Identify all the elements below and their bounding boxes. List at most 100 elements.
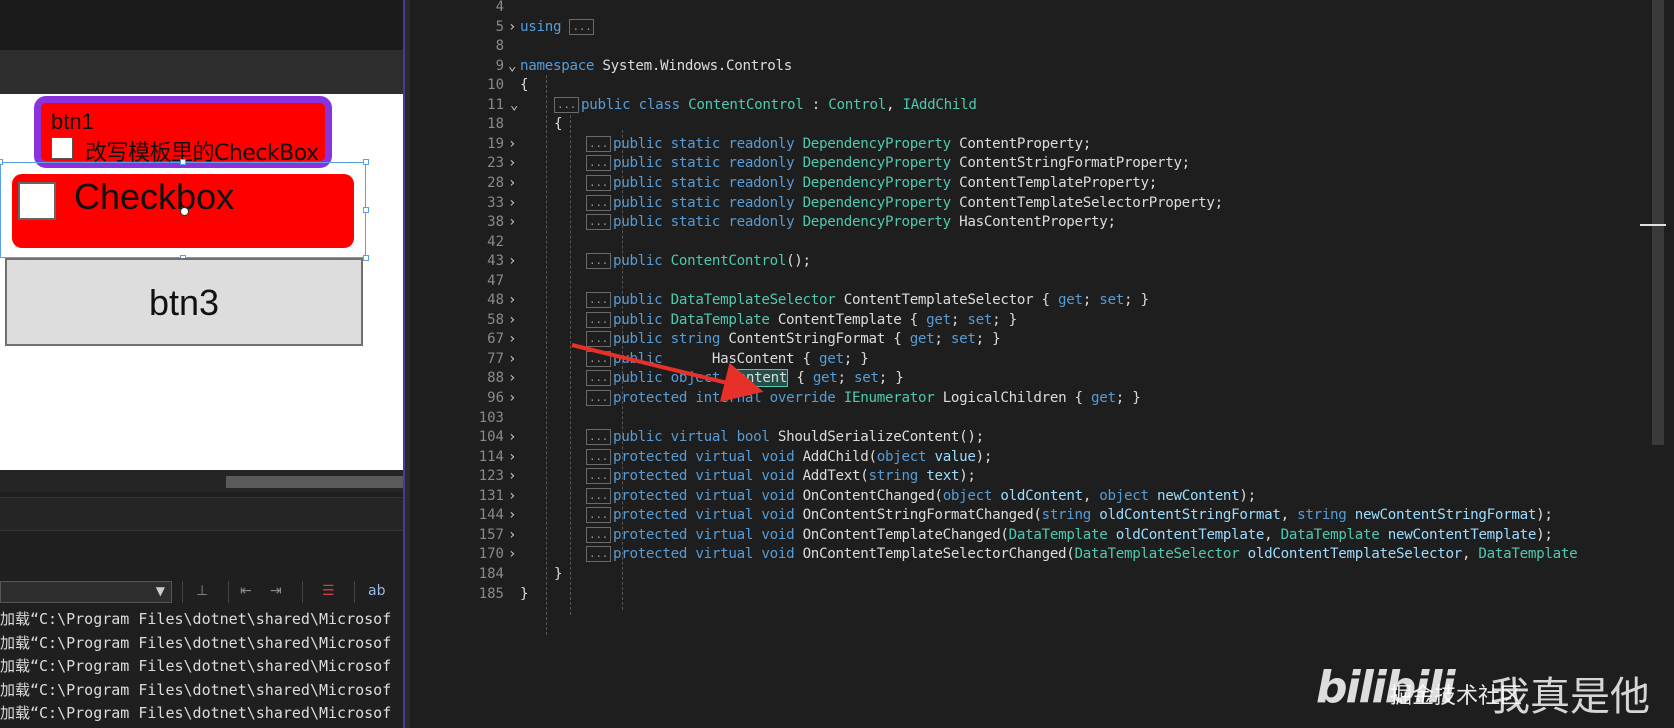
code-line[interactable]: 67 › ... public string ContentStringFormat … [410,329,1674,350]
code-line[interactable]: 9 ⌄ namespace System.Windows.Controls [410,56,1674,77]
expand-icon[interactable]: › [508,173,520,194]
expand-icon[interactable]: › [508,310,520,331]
code-line[interactable]: 131 › ... protected virtual void OnContentC… [410,486,1674,507]
code-line[interactable]: 157 › ... protected virtual void OnContentT… [410,525,1674,546]
btn1-checkbox[interactable] [51,137,73,159]
resize-handle[interactable] [363,207,369,213]
design-canvas[interactable]: btn1 改写模板里的CheckBox Checkbox btn3 [0,94,404,470]
designer-top-bar [0,0,404,50]
code-line[interactable]: 5 › using ... [410,17,1674,38]
code-editor[interactable]: 4 5 › using ... 8 9 ⌄ namespace System.Windows.… [410,0,1674,728]
expand-icon[interactable]: › [508,17,520,38]
collapsed-region[interactable]: ... [554,96,579,113]
resize-handle[interactable] [0,159,3,165]
output-source-dropdown[interactable]: ▼ [0,581,172,603]
collapsed-region[interactable]: ... [586,331,611,348]
collapsed-region[interactable]: ... [586,468,611,485]
collapsed-region[interactable]: ... [586,429,611,446]
expand-icon[interactable]: › [508,349,520,370]
btn1-button[interactable]: btn1 改写模板里的CheckBox [34,96,332,168]
expand-icon[interactable]: › [508,427,520,448]
collapsed-region[interactable]: ... [586,546,611,563]
expand-icon[interactable]: › [508,544,520,565]
collapsed-region[interactable]: ... [586,155,611,172]
resize-handle[interactable] [363,255,369,261]
line-number: 47 [487,272,504,289]
expand-icon[interactable]: › [508,525,520,546]
collapsed-region[interactable]: ... [586,370,611,387]
code-line[interactable]: 38 › ... public static readonly DependencyP… [410,212,1674,233]
code-line[interactable]: 185} [410,584,1674,605]
resize-handle[interactable] [180,159,186,165]
word-wrap-icon[interactable]: ab [368,583,385,599]
collapsed-region[interactable]: ... [586,135,611,152]
expand-icon[interactable]: › [508,329,520,350]
output-log[interactable]: 加载“C:\Program Files\dotnet\shared\Micros… [0,608,404,728]
code-line[interactable]: 43 › ... public ContentControl(); [410,251,1674,272]
code-line[interactable]: 4 [410,0,1674,18]
code-line[interactable]: 144 › ... protected virtual void OnContentS… [410,505,1674,526]
code-line[interactable]: 42 [410,232,1674,253]
collapsed-region[interactable]: ... [586,292,611,309]
code-line[interactable]: 11 ⌄ ... public class ContentControl : Cont… [410,95,1674,116]
code-line[interactable]: 104 › ... public virtual bool ShouldSeriali… [410,427,1674,448]
code-line[interactable]: 123 › ... protected virtual void AddText(st… [410,466,1674,487]
checkbox-box[interactable] [18,182,56,220]
code-line[interactable]: 114 › ... protected virtual void AddChild(o… [410,447,1674,468]
clear-all-icon[interactable]: ☰ [322,583,335,599]
canvas-horizontal-scrollbar[interactable] [0,470,404,492]
code-line[interactable]: 170 › ... protected virtual void OnContentT… [410,544,1674,565]
expand-icon[interactable]: › [508,153,520,174]
output-line: 加载“C:\Program Files\dotnet\shared\Micros… [0,680,392,699]
btn3-button[interactable]: btn3 [5,258,363,346]
expand-icon[interactable]: › [508,447,520,468]
collapsed-region[interactable]: ... [586,350,611,367]
expand-icon[interactable]: › [508,388,520,409]
expand-icon[interactable]: › [508,212,520,233]
expand-icon[interactable]: › [508,251,520,272]
code-line[interactable]: 77 › ... public HasContent { get; } [410,349,1674,370]
line-number: 11 [487,96,504,113]
scrollbar-thumb[interactable] [1652,0,1664,445]
code-line[interactable]: 48 › ... public DataTemplateSelector Conten… [410,290,1674,311]
code-line[interactable]: 58 › ... public DataTemplate ContentTemplat… [410,310,1674,331]
expand-icon[interactable]: › [508,368,520,389]
collapsed-region[interactable]: ... [586,448,611,465]
expand-icon[interactable]: › [508,193,520,214]
collapsed-region[interactable]: ... [586,311,611,328]
collapsed-region[interactable]: ... [586,194,611,211]
expand-icon[interactable]: › [508,466,520,487]
next-icon[interactable]: ⇥ [270,583,282,599]
code-line[interactable]: 10 { [410,75,1674,96]
expand-icon[interactable]: › [508,134,520,155]
code-line[interactable]: 103 [410,408,1674,429]
collapse-icon[interactable]: ⌄ [508,56,520,77]
code-line[interactable]: 88 › ... public object Content { get; set; … [410,368,1674,389]
prev-icon[interactable]: ⇤ [240,583,252,599]
collapsed-region[interactable]: ... [586,507,611,524]
collapsed-region[interactable]: ... [586,253,611,270]
collapse-icon[interactable]: ⌄ [510,95,522,116]
editor-vertical-scrollbar[interactable] [1640,0,1666,728]
code-line[interactable]: 184} [410,564,1674,585]
code-line[interactable]: 28 › ... public static readonly DependencyP… [410,173,1674,194]
collapsed-region[interactable]: ... [586,526,611,543]
scrollbar-thumb[interactable] [226,476,404,488]
code-line[interactable]: 23 › ... public static readonly DependencyP… [410,153,1674,174]
collapsed-region[interactable]: ... [569,18,595,35]
collapsed-region[interactable]: ... [586,390,611,406]
expand-icon[interactable]: › [508,505,520,526]
resize-handle[interactable] [363,159,369,165]
collapsed-region[interactable]: ... [586,174,611,191]
expand-icon[interactable]: › [508,486,520,507]
collapsed-region[interactable]: ... [586,214,611,231]
code-line[interactable]: 8 [410,36,1674,57]
expand-icon[interactable]: › [508,290,520,311]
code-line[interactable]: 96 › ... protected internal override IEnume… [410,388,1674,409]
code-line[interactable]: 18 { [410,114,1674,135]
code-line[interactable]: 47 [410,271,1674,292]
code-line[interactable]: 33 › ... public static readonly DependencyP… [410,193,1674,214]
clear-icon[interactable]: ⊥ [196,583,208,599]
code-line[interactable]: 19 › ... public static readonly DependencyP… [410,134,1674,155]
collapsed-region[interactable]: ... [586,487,611,504]
